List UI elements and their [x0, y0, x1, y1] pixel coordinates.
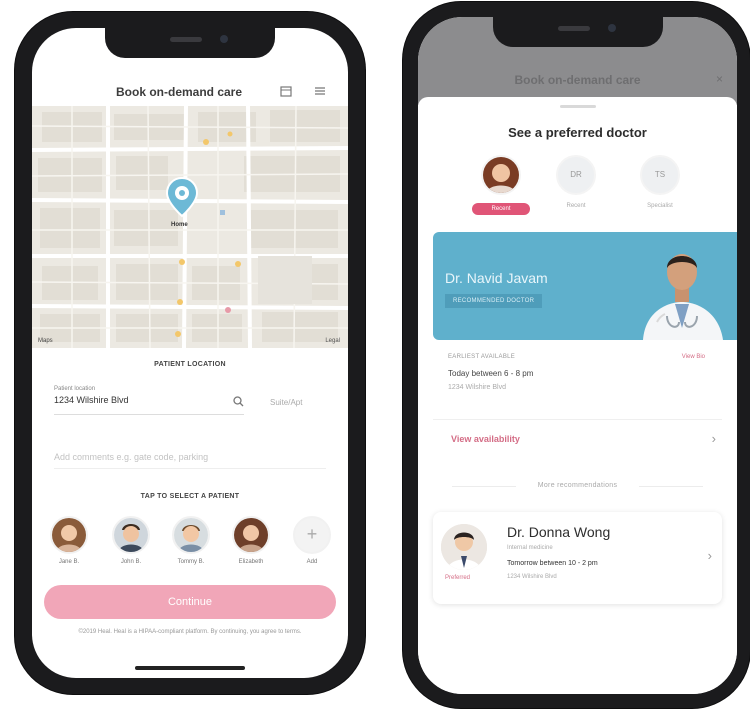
speaker: [170, 37, 202, 42]
patient-option[interactable]: Elizabeth: [229, 516, 273, 565]
calendar-icon[interactable]: [279, 85, 293, 99]
address-caption: Patient location: [54, 386, 96, 392]
plus-icon: +: [293, 516, 331, 554]
patient-location-label: PATIENT LOCATION: [154, 361, 226, 368]
location-pin-icon[interactable]: [165, 176, 199, 220]
map-view[interactable]: Home Maps Legal: [32, 106, 348, 348]
patient-name: John B.: [120, 559, 142, 565]
page-title: Book on-demand care: [116, 85, 243, 99]
camera: [607, 24, 616, 32]
chip-label: Recent: [472, 203, 530, 215]
chevron-right-icon: ›: [711, 431, 716, 446]
divider: [639, 486, 703, 487]
doctor-availability: Tomorrow between 10 - 2 pm: [507, 560, 598, 567]
avatar: [50, 516, 88, 554]
dimmed-title: Book on-demand care: [514, 73, 641, 87]
doctor-address: 1234 Wilshire Blvd: [507, 574, 557, 580]
view-bio-link[interactable]: View Bio: [682, 354, 705, 360]
doctor-name: Dr. Donna Wong: [507, 524, 611, 540]
patient-option[interactable]: John B.: [109, 516, 153, 565]
phone-frame-left: Book on-demand care Home Maps Legal PATI…: [15, 12, 365, 694]
suite-field[interactable]: Suite/Apt: [270, 398, 302, 407]
doctor-specialty: Internal medicine: [507, 545, 553, 551]
availability-time: Today between 6 - 8 pm: [448, 369, 534, 378]
avatar: [481, 155, 521, 195]
add-patient-button[interactable]: + Add: [290, 516, 334, 565]
doctor-chip[interactable]: TS Specialist: [630, 155, 690, 209]
chevron-right-icon: ›: [707, 548, 712, 563]
availability-caption: EARLIEST AVAILABLE: [448, 354, 516, 360]
address-value[interactable]: 1234 Wilshire Blvd: [54, 395, 244, 405]
preferred-badge: Preferred: [445, 575, 471, 581]
map-legal-link[interactable]: Legal: [325, 338, 340, 344]
view-availability-link[interactable]: View availability: [451, 434, 520, 444]
availability-address: 1234 Wilshire Blvd: [448, 384, 506, 391]
bottom-sheet: See a preferred doctor Recent DR Recent …: [418, 97, 737, 694]
patient-name: Add: [306, 559, 318, 565]
patient-option[interactable]: Tommy B.: [169, 516, 213, 565]
avatar: DR: [556, 155, 596, 195]
avatar: [441, 524, 487, 570]
patient-name: Jane B.: [58, 559, 80, 565]
select-patient-label: TAP TO SELECT A PATIENT: [140, 493, 240, 500]
patient-option[interactable]: Jane B.: [47, 516, 91, 565]
notch: [105, 28, 275, 58]
avatar: [172, 516, 210, 554]
featured-doctor-name: Dr. Navid Javam: [445, 270, 548, 286]
home-indicator[interactable]: [135, 666, 245, 670]
sheet-handle[interactable]: [559, 105, 596, 108]
comments-input[interactable]: Add comments e.g. gate code, parking: [54, 446, 326, 469]
chip-label: Recent: [566, 203, 586, 209]
doctor-chip[interactable]: DR Recent: [546, 155, 606, 209]
doctor-chip-selected[interactable]: Recent: [471, 155, 531, 215]
avatar: [112, 516, 150, 554]
map-pin-label: Home: [171, 222, 188, 228]
search-icon[interactable]: [233, 396, 244, 410]
continue-button[interactable]: Continue: [44, 585, 336, 619]
booking-screen: Book on-demand care Home Maps Legal PATI…: [32, 28, 348, 678]
chip-label: Specialist: [647, 203, 673, 209]
address-field[interactable]: Patient location 1234 Wilshire Blvd: [54, 386, 244, 415]
map-attribution: Maps: [38, 338, 53, 344]
close-icon[interactable]: ×: [716, 72, 723, 86]
speaker: [557, 26, 590, 31]
doctor-photo: [627, 232, 737, 340]
recommended-tag: RECOMMENDED DOCTOR: [445, 294, 543, 308]
avatar: [232, 516, 270, 554]
doctor-card[interactable]: Preferred Dr. Donna Wong Internal medici…: [433, 512, 722, 604]
view-availability-row[interactable]: View availability ›: [433, 419, 722, 460]
phone-frame-right: Book on-demand care × See a preferred do…: [403, 2, 750, 708]
camera: [220, 35, 228, 43]
disclaimer-text: ©2019 Heal. Heal is a HIPAA-compliant pl…: [78, 629, 302, 635]
recommended-doctor-banner[interactable]: Dr. Navid Javam RECOMMENDED DOCTOR: [433, 232, 737, 340]
preferred-doctor-screen: Book on-demand care × See a preferred do…: [418, 17, 737, 694]
patient-name: Elizabeth: [238, 559, 264, 565]
notch: [492, 17, 663, 47]
avatar: TS: [640, 155, 680, 195]
menu-icon[interactable]: [313, 85, 327, 99]
patient-name: Tommy B.: [177, 559, 205, 565]
sheet-title: See a preferred doctor: [508, 125, 647, 140]
header: Book on-demand care: [32, 83, 348, 107]
